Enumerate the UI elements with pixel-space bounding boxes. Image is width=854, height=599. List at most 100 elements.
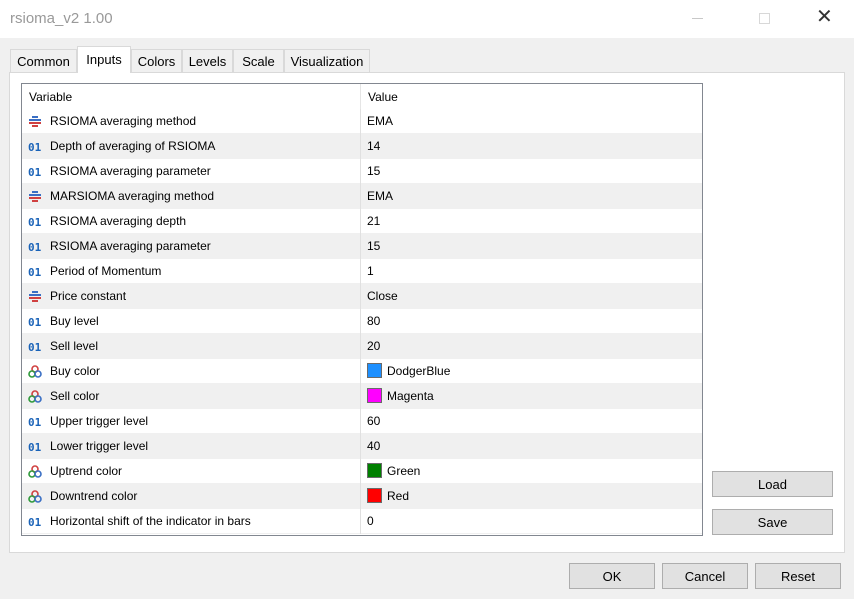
maximize-icon xyxy=(759,13,770,24)
svg-text:01: 01 xyxy=(28,141,42,153)
variable-cell: 01 Buy level xyxy=(22,309,361,334)
table-row[interactable]: RSIOMA averaging method EMA xyxy=(22,109,702,134)
variable-cell: 01 Depth of averaging of RSIOMA xyxy=(22,134,361,159)
table-row[interactable]: 01 Upper trigger level 60 xyxy=(22,409,702,434)
variable-value: 40 xyxy=(367,439,381,453)
variable-name: Lower trigger level xyxy=(50,439,149,453)
inputs-table: Variable Value RSIOMA averaging method EM… xyxy=(21,83,703,536)
table-row[interactable]: 01 Horizontal shift of the indicator in b… xyxy=(22,509,702,534)
variable-name: Sell level xyxy=(50,339,99,353)
value-cell[interactable]: EMA xyxy=(362,184,702,209)
value-cell[interactable]: 60 xyxy=(362,409,702,434)
tab-visualization[interactable]: Visualization xyxy=(284,49,370,72)
enum-list-icon xyxy=(28,190,42,203)
variable-value: 80 xyxy=(367,314,381,328)
table-row[interactable]: 01 Sell level 20 xyxy=(22,334,702,359)
reset-button[interactable]: Reset xyxy=(755,563,841,589)
variable-name: Sell color xyxy=(50,389,100,403)
value-cell[interactable]: EMA xyxy=(362,109,702,134)
svg-text:01: 01 xyxy=(28,416,42,428)
table-row[interactable]: MARSIOMA averaging method EMA xyxy=(22,184,702,209)
color-swatch[interactable] xyxy=(367,463,382,478)
close-button[interactable]: ✕ xyxy=(800,0,846,38)
table-row[interactable]: Price constant Close xyxy=(22,284,702,309)
column-header-value[interactable]: Value xyxy=(368,84,398,109)
tab-colors[interactable]: Colors xyxy=(131,49,182,72)
variable-cell: 01 Horizontal shift of the indicator in b… xyxy=(22,509,361,534)
ok-button[interactable]: OK xyxy=(569,563,655,589)
variable-cell: RSIOMA averaging method xyxy=(22,109,361,134)
table-row[interactable]: Buy color DodgerBlue xyxy=(22,359,702,384)
variable-name: Period of Momentum xyxy=(50,264,162,278)
color-swatch[interactable] xyxy=(367,363,382,378)
integer-01-icon: 01 xyxy=(28,515,42,529)
value-cell[interactable]: Close xyxy=(362,284,702,309)
variable-value: Close xyxy=(367,289,398,303)
variable-name: RSIOMA averaging parameter xyxy=(50,164,211,178)
value-cell[interactable]: 15 xyxy=(362,234,702,259)
svg-text:01: 01 xyxy=(28,516,42,528)
variable-cell: Uptrend color xyxy=(22,459,361,484)
table-row[interactable]: 01 Depth of averaging of RSIOMA 14 xyxy=(22,134,702,159)
value-cell[interactable]: 80 xyxy=(362,309,702,334)
minimize-icon xyxy=(692,18,703,19)
color-swatch[interactable] xyxy=(367,388,382,403)
table-row[interactable]: 01 RSIOMA averaging parameter 15 xyxy=(22,234,702,259)
table-row[interactable]: Downtrend color Red xyxy=(22,484,702,509)
tab-label: Levels xyxy=(188,54,227,69)
variable-cell: MARSIOMA averaging method xyxy=(22,184,361,209)
svg-text:01: 01 xyxy=(28,241,42,253)
table-row[interactable]: Sell color Magenta xyxy=(22,384,702,409)
variable-value: Green xyxy=(387,464,421,478)
svg-text:01: 01 xyxy=(28,441,42,453)
table-row[interactable]: 01 RSIOMA averaging depth 21 xyxy=(22,209,702,234)
minimize-button[interactable] xyxy=(670,0,716,38)
value-cell[interactable]: 14 xyxy=(362,134,702,159)
variable-cell: 01 Sell level xyxy=(22,334,361,359)
table-header: Variable Value xyxy=(22,84,702,109)
integer-01-icon: 01 xyxy=(28,265,42,279)
table-row[interactable]: 01 RSIOMA averaging parameter 15 xyxy=(22,159,702,184)
value-cell[interactable]: 21 xyxy=(362,209,702,234)
integer-01-icon: 01 xyxy=(28,215,42,229)
cancel-button[interactable]: Cancel xyxy=(662,563,748,589)
value-cell[interactable]: Magenta xyxy=(362,384,702,409)
variable-cell: 01 RSIOMA averaging parameter xyxy=(22,234,361,259)
variable-value: 60 xyxy=(367,414,381,428)
maximize-button[interactable] xyxy=(740,0,786,38)
value-cell[interactable]: 15 xyxy=(362,159,702,184)
color-swatch[interactable] xyxy=(367,488,382,503)
table-row[interactable]: 01 Lower trigger level 40 xyxy=(22,434,702,459)
value-cell[interactable]: 40 xyxy=(362,434,702,459)
table-row[interactable]: 01 Buy level 80 xyxy=(22,309,702,334)
tab-scale[interactable]: Scale xyxy=(233,49,284,72)
variable-cell: 01 RSIOMA averaging depth xyxy=(22,209,361,234)
variable-cell: 01 RSIOMA averaging parameter xyxy=(22,159,361,184)
value-cell[interactable]: DodgerBlue xyxy=(362,359,702,384)
tab-label: Colors xyxy=(137,54,176,69)
integer-01-icon: 01 xyxy=(28,240,42,254)
value-cell[interactable]: 20 xyxy=(362,334,702,359)
table-row[interactable]: Uptrend color Green xyxy=(22,459,702,484)
tab-label: Visualization xyxy=(290,54,364,69)
column-header-variable[interactable]: Variable xyxy=(29,84,72,109)
value-cell[interactable]: Red xyxy=(362,484,702,509)
tab-inputs[interactable]: Inputs xyxy=(77,46,131,73)
value-cell[interactable]: 0 xyxy=(362,509,702,534)
variable-cell: 01 Upper trigger level xyxy=(22,409,361,434)
load-button[interactable]: Load xyxy=(712,471,833,497)
tab-common[interactable]: Common xyxy=(10,49,77,72)
value-cell[interactable]: Green xyxy=(362,459,702,484)
value-cell[interactable]: 1 xyxy=(362,259,702,284)
variable-cell: Downtrend color xyxy=(22,484,361,509)
table-row[interactable]: 01 Period of Momentum 1 xyxy=(22,259,702,284)
integer-01-icon: 01 xyxy=(28,340,42,354)
column-divider[interactable] xyxy=(360,84,361,109)
tab-levels[interactable]: Levels xyxy=(182,49,233,72)
variable-value: 0 xyxy=(367,514,374,528)
variable-name: Horizontal shift of the indicator in bar… xyxy=(50,514,251,528)
save-button[interactable]: Save xyxy=(712,509,833,535)
tab-label: Inputs xyxy=(86,52,122,67)
variable-value: EMA xyxy=(367,189,394,203)
variable-value: Magenta xyxy=(387,389,434,403)
